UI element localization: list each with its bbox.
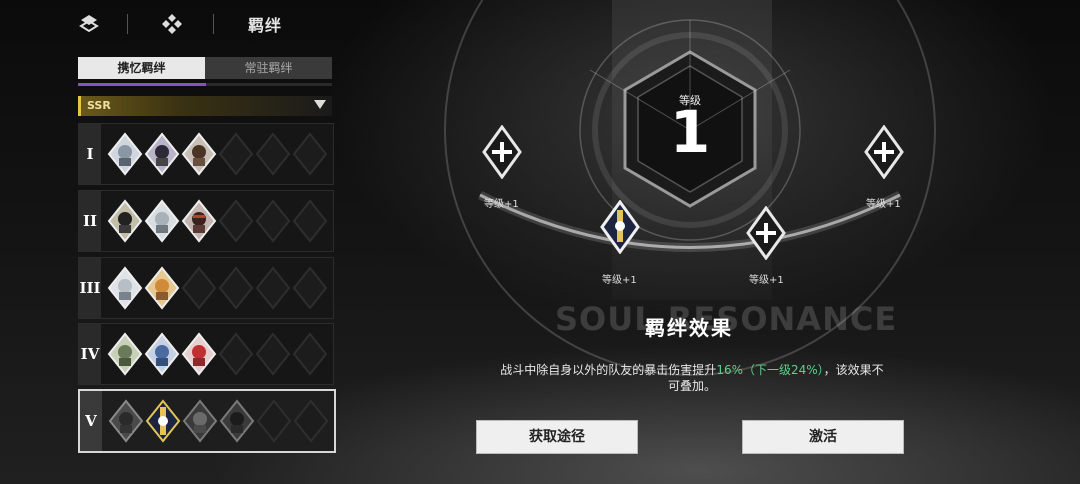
character-portrait[interactable]	[182, 399, 218, 443]
empty-slot	[292, 266, 328, 310]
rarity-accent	[78, 96, 81, 116]
page-title: 羁绊	[248, 16, 283, 35]
bond-row-3[interactable]: III	[78, 257, 334, 319]
bond-row-2[interactable]: II	[78, 190, 334, 252]
empty-slot	[255, 266, 291, 310]
bond-row-5[interactable]: V	[78, 389, 336, 453]
level-node-character[interactable]	[600, 200, 640, 254]
character-portrait[interactable]	[107, 199, 143, 243]
node-label: 等级+1	[484, 199, 519, 210]
node-label: 等级+1	[749, 275, 784, 286]
activate-button[interactable]: 激活	[742, 420, 904, 454]
node-label: 等级+1	[866, 199, 901, 210]
empty-slot	[181, 266, 217, 310]
tab-memory-bond[interactable]: 携忆羁绊	[78, 57, 205, 79]
effect-next-value: （下一级24%）	[742, 363, 824, 377]
empty-slot	[292, 199, 328, 243]
effect-description: 战斗中除自身以外的队友的暴击伤害提升16%（下一级24%），该效果不可叠加。	[500, 362, 884, 394]
character-portrait[interactable]	[107, 132, 143, 176]
character-portrait[interactable]	[144, 199, 180, 243]
bond-tabs: 携忆羁绊 常驻羁绊	[78, 57, 332, 79]
character-portrait[interactable]	[144, 132, 180, 176]
character-portrait[interactable]	[181, 332, 217, 376]
tab-standard-bond[interactable]: 常驻羁绊	[205, 57, 332, 79]
row-numeral: II	[79, 191, 101, 251]
empty-slot	[293, 399, 329, 443]
divider	[213, 14, 214, 34]
effect-text: 战斗中除自身以外的队友的暴击伤害提升	[500, 363, 717, 377]
empty-slot	[256, 399, 292, 443]
node-label: 等级+1	[602, 275, 637, 286]
rarity-value: SSR	[87, 99, 111, 112]
level-node-plus[interactable]	[746, 206, 786, 260]
back-icon[interactable]	[77, 12, 101, 36]
empty-slot	[218, 132, 254, 176]
row-numeral: I	[79, 124, 101, 184]
character-portrait[interactable]	[108, 399, 144, 443]
empty-slot	[255, 332, 291, 376]
empty-slot	[292, 332, 328, 376]
character-portrait[interactable]	[144, 332, 180, 376]
effect-title: 羁绊效果	[645, 316, 733, 340]
character-portrait[interactable]	[107, 332, 143, 376]
effect-value: 16%	[716, 363, 743, 377]
row-numeral: III	[79, 258, 101, 318]
empty-slot	[255, 199, 291, 243]
row-numeral: V	[80, 391, 102, 451]
character-portrait[interactable]	[181, 199, 217, 243]
character-portrait[interactable]	[107, 266, 143, 310]
divider	[127, 14, 128, 34]
tab-indicator	[78, 83, 332, 86]
character-portrait[interactable]	[181, 132, 217, 176]
character-portrait[interactable]	[219, 399, 255, 443]
character-portrait[interactable]	[144, 266, 180, 310]
bond-row-4[interactable]: IV	[78, 323, 334, 385]
level-value: 1	[669, 98, 711, 166]
empty-slot	[255, 132, 291, 176]
empty-slot	[218, 199, 254, 243]
rarity-dropdown[interactable]: SSR	[78, 96, 332, 116]
top-bar: 羁绊	[0, 0, 340, 46]
chevron-down-icon	[314, 100, 326, 109]
empty-slot	[292, 132, 328, 176]
row-numeral: IV	[79, 324, 101, 384]
obtain-button[interactable]: 获取途径	[476, 420, 638, 454]
level-node-plus[interactable]	[864, 125, 904, 179]
empty-slot	[218, 332, 254, 376]
empty-slot	[218, 266, 254, 310]
character-portrait[interactable]	[145, 399, 181, 443]
home-icon[interactable]	[160, 12, 184, 36]
bond-row-1[interactable]: I	[78, 123, 334, 185]
level-node-plus[interactable]	[482, 125, 522, 179]
